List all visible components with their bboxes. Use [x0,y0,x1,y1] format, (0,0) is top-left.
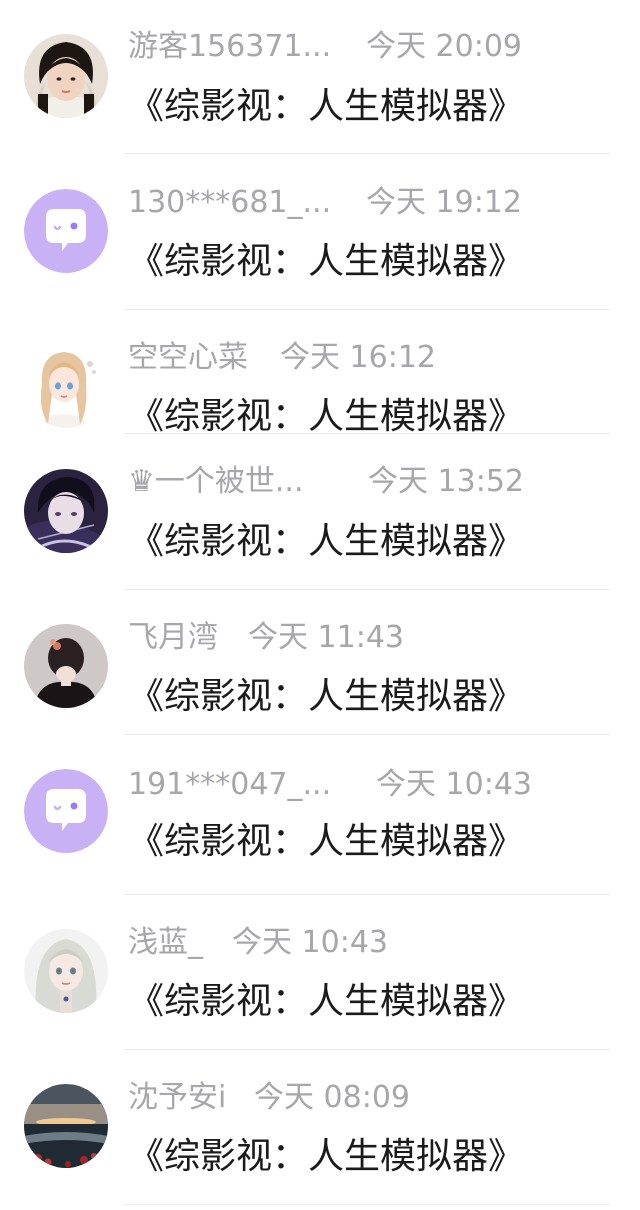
girl-portrait-avatar[interactable] [24,34,108,118]
message-meta: ♛一个被世... 今天 13:52 [128,462,524,502]
message-meta: 游客156371... 今天 20:09 [128,27,522,67]
divider [124,433,610,434]
message-time: 今天 19:12 [366,185,522,220]
message-text: 《综影视：人生模拟器》 [128,821,525,862]
message-meta: 191***047_... 今天 10:43 [128,765,532,805]
message-time: 今天 08:09 [254,1080,410,1115]
message-time: 今天 11:43 [248,620,404,655]
woman-back-avatar[interactable] [24,624,108,708]
divider [124,309,610,310]
message-item[interactable]: 游客156371... 今天 20:09 《综影视：人生模拟器》 [0,20,640,154]
anime-girl-avatar[interactable] [24,344,108,428]
sunset-landscape-avatar[interactable] [24,1084,108,1168]
message-time: 今天 16:12 [280,340,436,375]
message-text: 《综影视：人生模拟器》 [128,676,525,717]
message-meta: 飞月湾 今天 11:43 [128,618,404,658]
divider [124,153,610,154]
sender-name[interactable]: 130***681_... [128,183,366,223]
message-meta: 空空心菜 今天 16:12 [128,338,436,378]
sender-name[interactable]: 空空心菜 [128,338,280,378]
message-time: 今天 10:43 [232,925,388,960]
message-meta: 沈予安i 今天 08:09 [128,1078,410,1118]
anime-boy-avatar[interactable] [24,469,108,553]
message-time: 今天 13:52 [368,464,524,499]
divider [124,1049,610,1050]
sender-name[interactable]: 191***047_... [128,765,376,805]
sender-name[interactable]: 游客156371... [128,27,366,67]
message-item[interactable]: 飞月湾 今天 11:43 《综影视：人生模拟器》 [0,610,640,735]
silver-hair-girl-avatar[interactable] [24,929,108,1013]
message-text: 《综影视：人生模拟器》 [128,521,525,562]
message-text: 《综影视：人生模拟器》 [128,981,525,1022]
divider [124,894,610,895]
message-meta: 浅蓝_ 今天 10:43 [128,923,388,963]
default-chat-bubble-avatar[interactable] [24,769,108,853]
default-chat-bubble-avatar[interactable] [24,189,108,273]
sender-name[interactable]: 飞月湾 [128,618,248,658]
message-list: 游客156371... 今天 20:09 《综影视：人生模拟器》 130***68… [0,0,640,1210]
message-text: 《综影视：人生模拟器》 [128,241,525,282]
divider [124,1204,610,1205]
message-item[interactable]: ♛一个被世... 今天 13:52 《综影视：人生模拟器》 [0,455,640,590]
message-item[interactable]: 沈予安i 今天 08:09 《综影视：人生模拟器》 [0,1070,640,1205]
message-item[interactable]: 191***047_... 今天 10:43 《综影视：人生模拟器》 [0,755,640,895]
sender-name[interactable]: 浅蓝_ [128,923,232,963]
sender-name[interactable]: 沈予安i [128,1078,254,1118]
divider [124,589,610,590]
message-item[interactable]: 浅蓝_ 今天 10:43 《综影视：人生模拟器》 [0,915,640,1050]
sender-name[interactable]: ♛一个被世... [128,462,368,502]
message-item[interactable]: 130***681_... 今天 19:12 《综影视：人生模拟器》 [0,175,640,310]
message-text: 《综影视：人生模拟器》 [128,1136,525,1177]
message-item[interactable]: 空空心菜 今天 16:12 《综影视：人生模拟器》 [0,330,640,448]
message-text: 《综影视：人生模拟器》 [128,86,525,127]
message-time: 今天 20:09 [366,29,522,64]
divider [124,734,610,735]
message-time: 今天 10:43 [376,767,532,802]
message-meta: 130***681_... 今天 19:12 [128,183,522,223]
